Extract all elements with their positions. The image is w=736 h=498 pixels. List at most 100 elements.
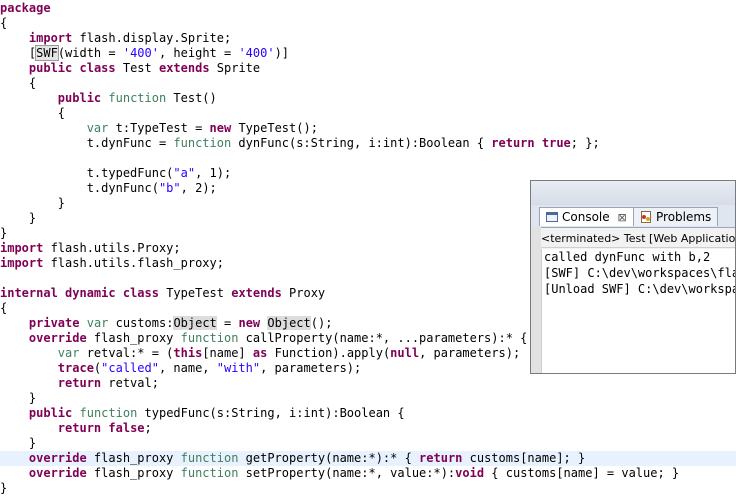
code-token: Sprite — [209, 61, 261, 75]
console-status: <terminated> Test [Web Application — [541, 231, 735, 248]
code-line[interactable] — [0, 151, 736, 166]
code-token: { — [0, 106, 66, 120]
code-token: } — [0, 211, 37, 225]
code-line[interactable]: { — [0, 16, 736, 31]
code-token: "called" — [101, 361, 159, 375]
code-token: t.dynFunc = — [0, 136, 174, 150]
code-line[interactable]: } — [0, 436, 736, 451]
code-token: '400' — [122, 46, 159, 60]
code-line[interactable]: public class Test extends Sprite — [0, 61, 736, 76]
code-line[interactable]: { — [0, 106, 736, 121]
close-icon[interactable]: ⊠ — [617, 211, 626, 224]
code-line[interactable]: override flash_proxy function setPropert… — [0, 466, 736, 481]
code-token: '400' — [238, 46, 275, 60]
code-token: } — [0, 481, 8, 495]
console-icon — [546, 210, 558, 222]
code-token: var — [86, 121, 109, 135]
code-token: public — [57, 91, 102, 105]
code-token: t:TypeTest = — [108, 121, 210, 135]
code-token: setProperty(name:*, value:*): — [238, 466, 456, 480]
code-token: { — [0, 301, 8, 315]
code-token: trace — [57, 361, 94, 375]
code-token: t.dynFunc( — [0, 181, 159, 195]
code-token: true — [541, 136, 571, 150]
code-token: override — [28, 466, 87, 480]
code-token: function — [173, 136, 232, 150]
code-token: TypeTest(); — [231, 121, 318, 135]
tab-problems-label: Problems — [656, 210, 712, 224]
code-token: var — [86, 316, 109, 330]
code-line[interactable]: [SWF(width = '400', height = '400')] — [0, 45, 736, 61]
code-token: new — [209, 121, 232, 135]
code-token: return — [57, 376, 102, 390]
code-token: )] — [274, 46, 290, 60]
console-margin — [531, 227, 541, 373]
console-output-line: [Unload SWF] C:\dev\workspac — [544, 282, 735, 296]
code-line[interactable]: var t:TypeTest = new TypeTest(); — [0, 121, 736, 136]
tab-problems[interactable]: Problems — [633, 207, 719, 226]
code-line[interactable]: package — [0, 1, 736, 16]
code-token: override — [28, 331, 87, 345]
code-line[interactable]: public function typedFunc(s:String, i:in… — [0, 406, 736, 421]
code-token: internal — [0, 286, 58, 300]
code-token: public — [28, 406, 73, 420]
code-line[interactable]: } — [0, 481, 736, 496]
tab-console[interactable]: Console ⊠ — [539, 207, 634, 226]
code-token: } — [0, 226, 8, 240]
code-token: , height = — [158, 46, 239, 60]
code-token: function — [79, 406, 138, 420]
code-token: "a" — [173, 166, 196, 180]
code-token: void — [455, 466, 485, 480]
code-token: flash.utils.flash_proxy; — [43, 256, 224, 270]
code-token: Proxy — [281, 286, 326, 300]
code-line[interactable]: } — [0, 391, 736, 406]
code-line[interactable]: return false; — [0, 421, 736, 436]
code-line[interactable]: import flash.display.Sprite; — [0, 31, 736, 46]
code-line[interactable]: t.typedFunc("a", 1); — [0, 166, 736, 181]
code-token: TypeTest — [158, 286, 232, 300]
code-token: import — [28, 31, 73, 45]
code-line[interactable]: t.dynFunc = function dynFunc(s:String, i… — [0, 136, 736, 151]
code-line[interactable]: override flash_proxy function getPropert… — [0, 451, 736, 466]
code-token: Function).apply( — [267, 346, 391, 360]
code-token: extends — [231, 286, 282, 300]
code-token: function — [180, 451, 239, 465]
code-token: typedFunc(s:String, i:int):Boolean { — [137, 406, 405, 420]
code-token: , 1); — [195, 166, 232, 180]
code-line[interactable]: { — [0, 76, 736, 91]
code-token: dynFunc(s:String, i:int):Boolean { — [231, 136, 492, 150]
code-line[interactable]: public function Test() — [0, 91, 736, 106]
code-token: [name] — [202, 346, 253, 360]
code-token: extends — [158, 61, 210, 75]
code-token: private — [28, 316, 80, 330]
code-token: retval:* = ( — [79, 346, 174, 360]
code-token: override — [28, 451, 87, 465]
code-token: flash_proxy — [86, 451, 181, 465]
code-token: SWF — [35, 45, 59, 61]
code-token: return — [419, 451, 463, 465]
code-token: , parameters); — [260, 361, 362, 375]
code-token: Test — [115, 61, 159, 75]
code-token: new — [238, 316, 261, 330]
code-line[interactable]: return retval; — [0, 376, 736, 391]
code-token: , parameters); — [419, 346, 521, 360]
code-token: getProperty(name:*):* { — [238, 451, 420, 465]
code-token: Object — [267, 316, 311, 330]
code-token: "b" — [158, 181, 181, 195]
code-token: } — [0, 196, 66, 210]
console-output[interactable]: called dynFunc with b,2 [SWF] C:\dev\work… — [541, 249, 735, 373]
code-token: customs[name]; } — [462, 451, 586, 465]
code-token: flash.utils.Proxy; — [43, 241, 181, 255]
view-tabs: Console ⊠ Problems — [531, 205, 735, 228]
code-token: { — [0, 76, 37, 90]
code-token: = — [216, 316, 239, 330]
code-token: class — [122, 286, 159, 300]
